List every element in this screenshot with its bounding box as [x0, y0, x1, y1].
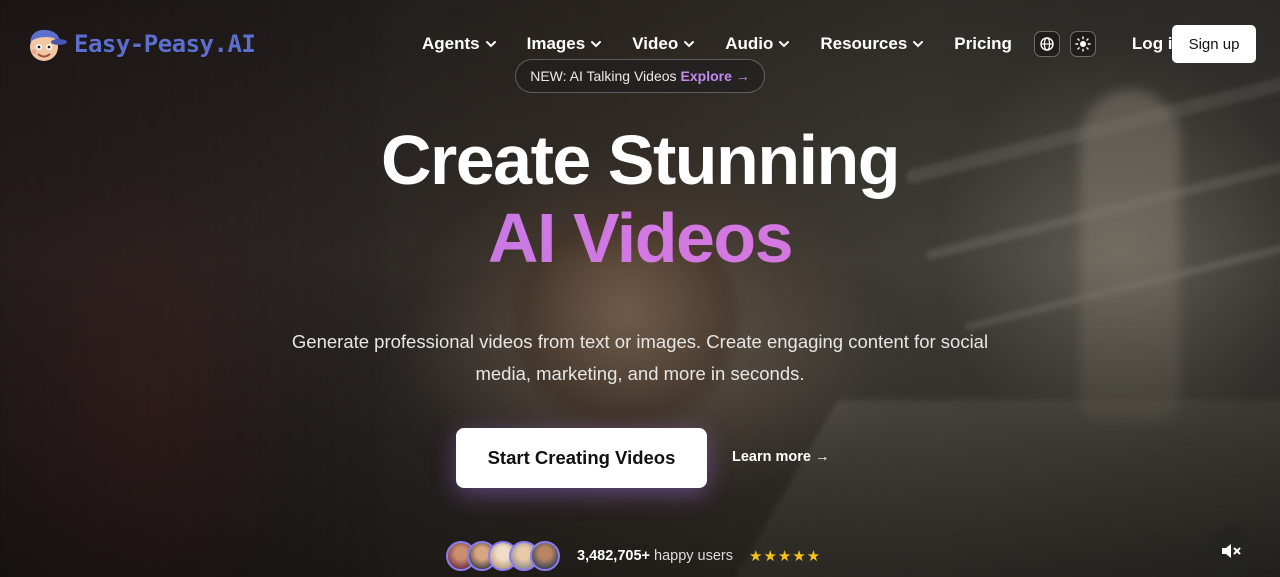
sun-icon — [1075, 36, 1091, 52]
globe-icon — [1040, 37, 1054, 51]
mute-icon — [1222, 544, 1241, 558]
nav-video[interactable]: Video — [632, 30, 695, 58]
announcement-text: NEW: AI Talking Videos — [530, 68, 677, 84]
nav-label: Audio — [725, 34, 774, 53]
nav-agents[interactable]: Agents — [422, 30, 497, 58]
user-count-label: happy users — [654, 548, 734, 564]
main-nav: Agents Images Video Audio Resources Pric… — [422, 30, 1207, 58]
social-proof: 3,482,705+ happy users ★★★★★ — [446, 540, 821, 572]
nav-label: Images — [526, 34, 586, 53]
nav-label: Video — [632, 34, 679, 53]
nav-audio[interactable]: Audio — [725, 30, 790, 58]
language-button[interactable] — [1033, 31, 1060, 57]
arrow-right-icon: → — [735, 68, 750, 84]
mascot-logo-icon — [30, 29, 67, 61]
brand-name: Easy-Peasy.AI — [74, 30, 256, 58]
chevron-down-icon — [485, 41, 496, 48]
happy-users-count: 3,482,705+ happy users — [577, 548, 733, 564]
avatar-group — [446, 541, 560, 571]
announcement-pill[interactable]: NEW: AI Talking Videos Explore → — [515, 59, 765, 93]
nav-pricing[interactable]: Pricing — [954, 30, 1012, 58]
announcement-explore-link[interactable]: Explore → — [681, 68, 750, 84]
nav-resources[interactable]: Resources — [820, 30, 924, 58]
learn-more-link[interactable]: Learn more → — [732, 449, 830, 465]
site-header: Easy-Peasy.AI Agents Images Video Audio … — [0, 0, 1280, 93]
nav-label: Agents — [422, 34, 480, 53]
mute-button[interactable] — [1206, 526, 1256, 576]
explore-label: Explore — [680, 68, 732, 84]
nav-images[interactable]: Images — [527, 30, 603, 58]
chevron-down-icon — [779, 41, 790, 48]
chevron-down-icon — [913, 41, 924, 48]
start-creating-button[interactable]: Start Creating Videos — [456, 428, 707, 488]
avatar — [530, 541, 560, 571]
hero-title-line1: Create Stunning — [380, 121, 901, 199]
chevron-down-icon — [684, 41, 695, 48]
nav-label: Resources — [820, 34, 908, 53]
hero-title-line2: AI Videos — [0, 198, 1280, 278]
signup-button[interactable]: Sign up — [1172, 25, 1256, 63]
brand-logo[interactable]: Easy-Peasy.AI — [24, 25, 256, 63]
hero-subtitle: Generate professional videos from text o… — [291, 331, 989, 384]
theme-toggle-button[interactable] — [1069, 31, 1096, 57]
star-rating: ★★★★★ — [749, 548, 822, 565]
nav-label: Pricing — [954, 34, 1012, 53]
user-count: 3,482,705+ — [577, 548, 650, 564]
chevron-down-icon — [591, 41, 602, 48]
